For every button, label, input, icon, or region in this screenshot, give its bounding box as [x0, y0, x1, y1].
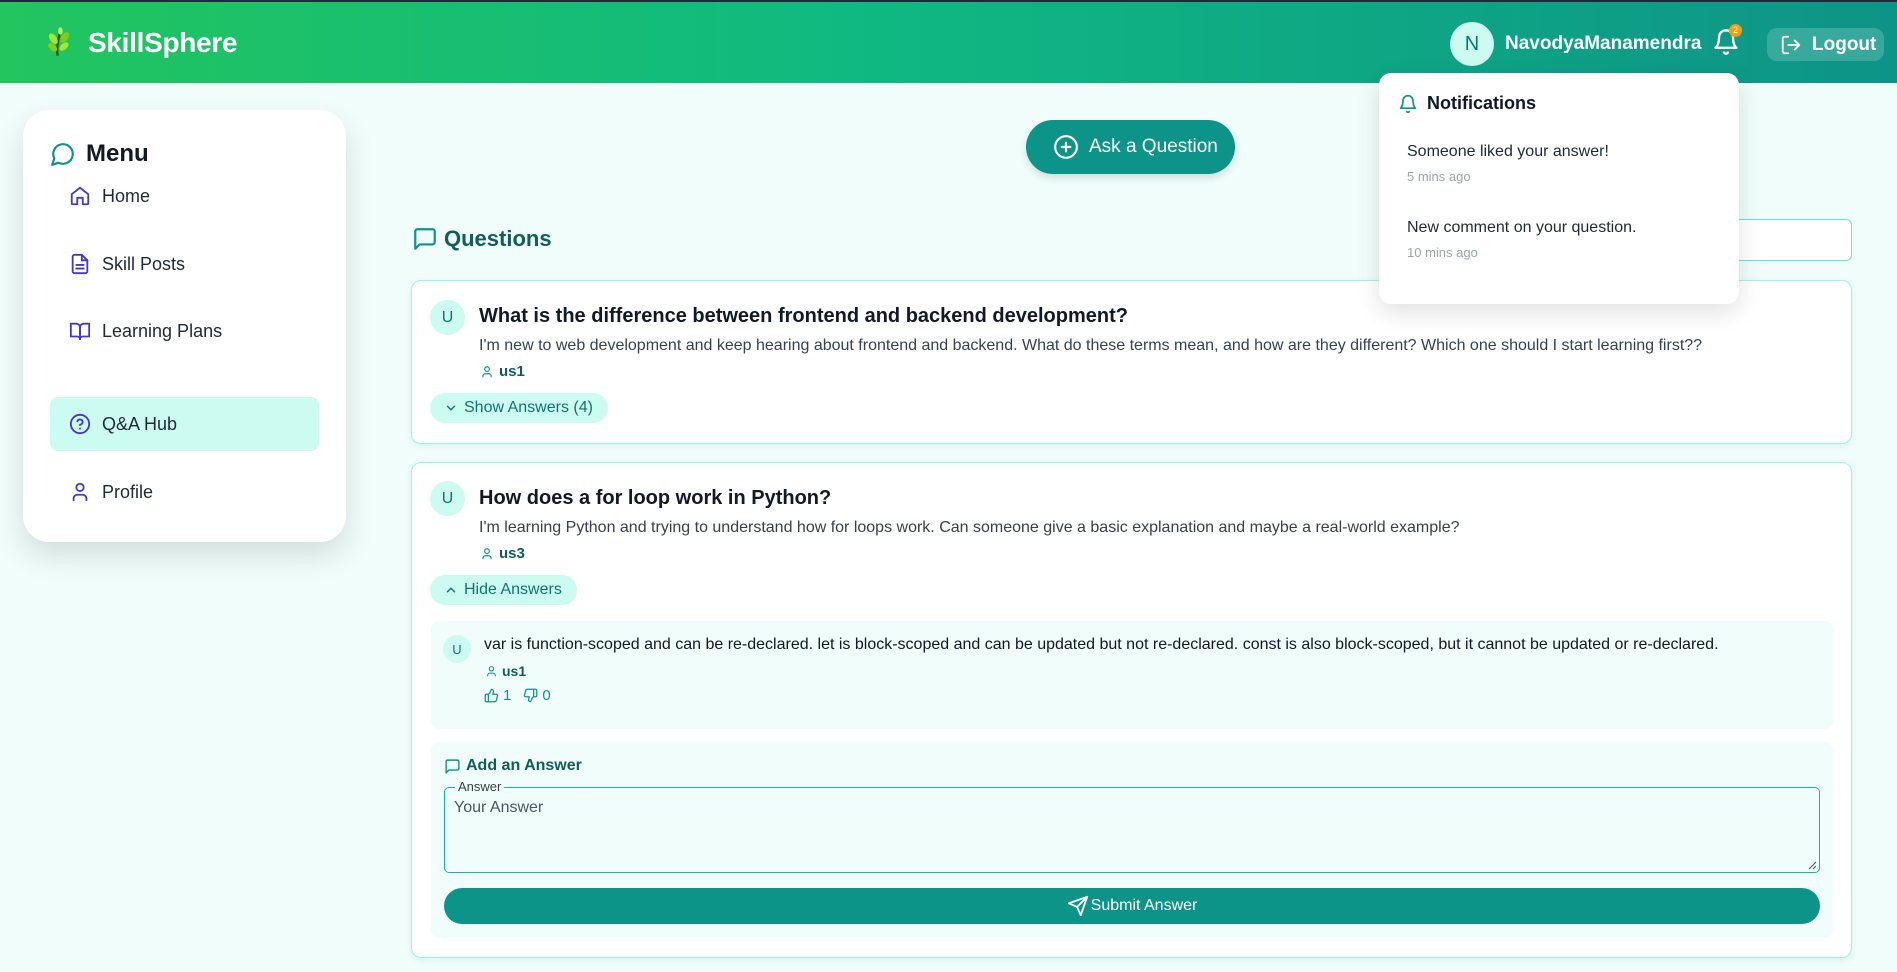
notification-message: Someone liked your answer! — [1407, 143, 1609, 160]
ask-question-label: Ask a Question — [1089, 136, 1218, 157]
logout-label: Logout — [1812, 33, 1877, 55]
user-icon — [72, 482, 88, 502]
thumbs-up-icon — [484, 688, 499, 703]
answer-placeholder: Your Answer — [454, 799, 544, 816]
notifications-dropdown: Notifications Someone liked your answer!… — [1379, 73, 1739, 304]
answer-field-label: Answer — [455, 779, 505, 794]
notification-item[interactable]: Someone liked your answer! 5 mins ago — [1407, 143, 1609, 184]
sidebar-item-home[interactable]: Home — [50, 169, 319, 223]
sidebar-item-label: Learning Plans — [102, 320, 223, 341]
question-avatar: U — [430, 481, 465, 516]
user-icon — [482, 547, 492, 559]
question-author: us3 — [480, 545, 525, 562]
question-author-name: us3 — [499, 545, 525, 562]
submit-answer-label: Submit Answer — [1090, 897, 1198, 914]
user-icon — [487, 665, 496, 676]
answer-text: var is function-scoped and can be re-dec… — [484, 636, 1719, 653]
sidebar-item-label: Q&A Hub — [102, 413, 178, 434]
add-answer-title-label: Add an Answer — [466, 757, 582, 774]
chevron-up-icon — [446, 587, 456, 593]
dislike-button[interactable]: 0 — [523, 687, 551, 704]
sidebar-menu: Menu Home Skill Posts Learning Plans Q&A… — [23, 110, 346, 542]
username: NavodyaManamendra — [1505, 33, 1702, 54]
answer-item: U var is function-scoped and can be re-d… — [431, 621, 1833, 729]
sidebar-item-learning-plans[interactable]: Learning Plans — [50, 304, 319, 358]
user-menu[interactable]: N NavodyaManamendra — [1450, 22, 1701, 66]
user-icon — [482, 365, 492, 377]
notifications-title: Notifications — [1398, 93, 1536, 114]
question-icon — [69, 413, 91, 435]
question-body: I'm new to web development and keep hear… — [479, 337, 1703, 354]
bell-icon — [1399, 94, 1417, 113]
submit-answer-button[interactable]: Submit Answer — [444, 888, 1820, 924]
logout-button[interactable]: Logout — [1767, 28, 1884, 61]
questions-heading: Questions — [412, 226, 552, 252]
send-icon — [1067, 895, 1088, 917]
logout-icon — [1781, 35, 1801, 54]
answer-votes: 1 0 — [484, 687, 563, 704]
sidebar-item-label: Home — [102, 185, 151, 206]
question-author: us1 — [480, 363, 525, 380]
question-author-name: us1 — [499, 363, 525, 380]
leaf-icon — [48, 27, 70, 56]
answer-textarea[interactable]: Answer Your Answer — [444, 779, 1820, 873]
brand-name: SkillSphere — [88, 27, 238, 58]
add-answer-form: Add an Answer Answer Your Answer Submit … — [431, 742, 1833, 938]
user-avatar[interactable]: N — [1450, 22, 1494, 66]
top-header: SkillSphere N NavodyaManamendra 2 Logout — [0, 0, 1897, 83]
notifications-title-label: Notifications — [1427, 93, 1537, 113]
thumbs-down-icon — [524, 688, 538, 703]
document-icon — [71, 253, 89, 275]
menu-title: Menu — [50, 140, 149, 168]
chevron-down-icon — [446, 405, 456, 411]
add-answer-title: Add an Answer — [444, 757, 582, 775]
hide-answers-button[interactable]: Hide Answers — [430, 575, 577, 605]
sidebar-item-qa-hub[interactable]: Q&A Hub — [50, 397, 319, 451]
book-icon — [69, 322, 91, 341]
notification-badge: 2 — [1729, 24, 1742, 37]
plus-circle-icon — [1054, 135, 1078, 159]
home-icon — [70, 186, 90, 206]
questions-heading-label: Questions — [444, 226, 552, 251]
question-card: U What is the difference between fronten… — [411, 280, 1852, 444]
answer-author: us1 — [485, 663, 526, 679]
notification-item[interactable]: New comment on your question. 10 mins ag… — [1407, 219, 1636, 260]
sidebar-item-skill-posts[interactable]: Skill Posts — [50, 237, 319, 291]
question-title: What is the difference between frontend … — [479, 305, 1128, 327]
notification-time: 5 mins ago — [1407, 169, 1471, 184]
brand-logo[interactable]: SkillSphere — [42, 26, 238, 60]
sidebar-item-profile[interactable]: Profile — [50, 465, 319, 519]
like-button[interactable]: 1 — [484, 687, 511, 704]
question-avatar: U — [430, 300, 465, 335]
question-body: I'm learning Python and trying to unders… — [479, 519, 1460, 536]
resize-grip-icon[interactable] — [1807, 860, 1817, 870]
show-answers-button[interactable]: Show Answers (4) — [430, 393, 608, 423]
notification-message: New comment on your question. — [1407, 219, 1637, 236]
answer-author-name: us1 — [502, 663, 527, 679]
dislike-count: 0 — [542, 687, 551, 704]
sidebar-item-label: Profile — [102, 481, 154, 502]
hide-answers-label: Hide Answers — [464, 581, 562, 598]
menu-title-label: Menu — [86, 140, 149, 167]
message-square-icon — [445, 758, 460, 774]
question-title: How does a for loop work in Python? — [479, 487, 832, 509]
question-card: U How does a for loop work in Python? I'… — [411, 462, 1852, 958]
notification-time: 10 mins ago — [1407, 245, 1478, 260]
answer-avatar: U — [443, 635, 471, 663]
show-answers-label: Show Answers (4) — [464, 399, 593, 416]
message-square-icon — [414, 228, 436, 250]
chat-bubble-icon — [51, 143, 74, 166]
sidebar-item-label: Skill Posts — [102, 253, 186, 274]
notifications-button[interactable]: 2 — [1712, 24, 1742, 58]
ask-question-button[interactable]: Ask a Question — [1026, 120, 1235, 174]
like-count: 1 — [503, 687, 512, 704]
